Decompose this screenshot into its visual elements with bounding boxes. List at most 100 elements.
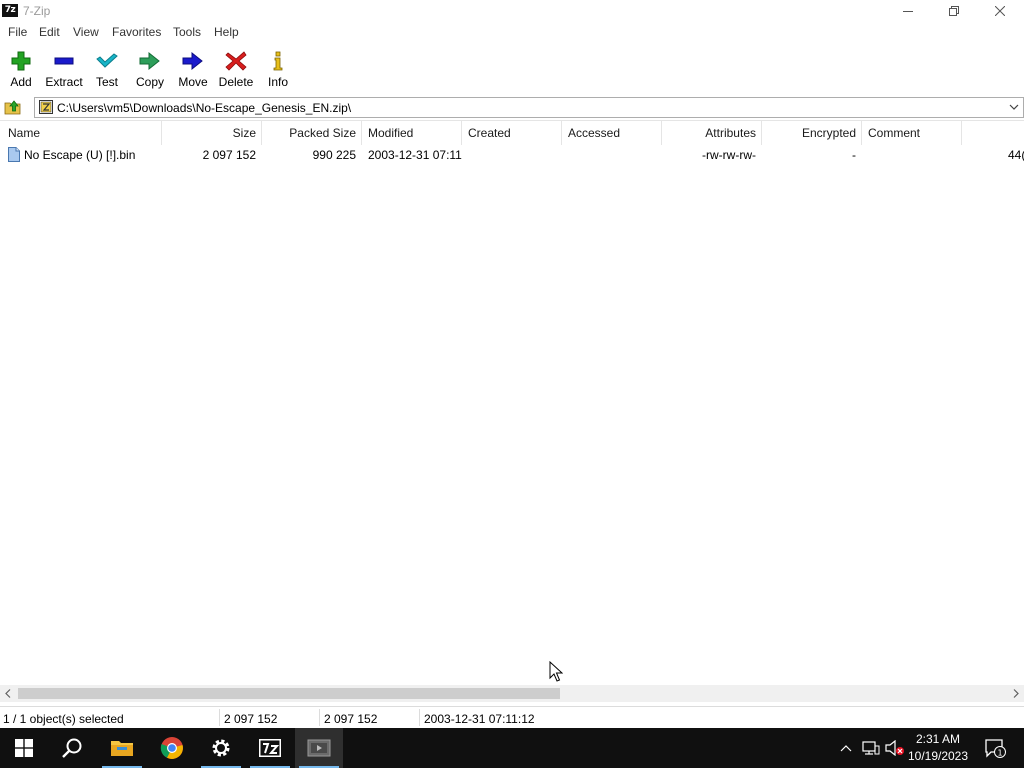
file-modified: 2003-12-31 07:11 xyxy=(368,148,462,162)
taskbar-settings[interactable] xyxy=(197,728,245,768)
column-accessed[interactable]: Accessed xyxy=(568,121,620,145)
info-label: Info xyxy=(267,75,288,89)
taskbar-file-explorer[interactable] xyxy=(98,728,146,768)
close-button[interactable] xyxy=(977,0,1023,22)
scroll-left-arrow-icon[interactable] xyxy=(4,689,12,698)
status-divider xyxy=(219,709,220,726)
copy-button[interactable]: Copy xyxy=(128,48,172,92)
minimize-button[interactable] xyxy=(885,0,931,22)
delete-button[interactable]: Delete xyxy=(214,48,258,92)
minus-icon xyxy=(54,57,74,65)
info-button[interactable]: Info xyxy=(256,48,300,92)
file-packed-size: 990 225 xyxy=(312,148,356,162)
archive-icon xyxy=(39,100,53,114)
file-list[interactable]: Name Size Packed Size Modified Created A… xyxy=(0,120,1024,704)
minimize-icon xyxy=(903,11,913,12)
chevron-up-icon xyxy=(840,745,852,752)
move-label: Move xyxy=(178,75,208,89)
menu-bar: File Edit View Favorites Tools Help xyxy=(0,22,1024,42)
clock-date: 10/19/2023 xyxy=(907,749,969,763)
add-label: Add xyxy=(10,75,32,89)
up-folder-button[interactable] xyxy=(4,98,22,116)
add-button[interactable]: Add xyxy=(0,48,43,92)
status-modified: 2003-12-31 07:11:12 xyxy=(424,712,535,726)
address-row: C:\Users\vm5\Downloads\No-Escape_Genesis… xyxy=(0,96,1024,118)
toolbar: Add Extract Test Copy Move Delete Info xyxy=(0,44,1024,92)
search-icon xyxy=(62,738,82,758)
chevron-down-icon[interactable] xyxy=(1007,100,1021,115)
column-divider[interactable] xyxy=(861,121,862,145)
settings-gear-icon xyxy=(212,739,230,757)
menu-edit[interactable]: Edit xyxy=(39,25,60,39)
action-center-button[interactable]: 1 xyxy=(980,728,1010,768)
delete-x-icon xyxy=(225,51,247,71)
window-title: 7-Zip xyxy=(23,4,51,18)
file-size: 2 097 152 xyxy=(202,148,256,162)
taskbar-chrome[interactable] xyxy=(148,728,196,768)
show-hidden-icons-button[interactable] xyxy=(836,728,856,768)
7zip-icon xyxy=(259,739,281,757)
extract-label: Extract xyxy=(45,75,83,89)
column-name[interactable]: Name xyxy=(8,121,40,145)
start-button[interactable] xyxy=(0,728,48,768)
volume-tray-button[interactable] xyxy=(884,728,906,768)
address-path: C:\Users\vm5\Downloads\No-Escape_Genesis… xyxy=(57,101,352,115)
file-name: No Escape (U) [!].bin xyxy=(24,148,136,162)
address-bar[interactable]: C:\Users\vm5\Downloads\No-Escape_Genesis… xyxy=(34,97,1024,118)
horizontal-scrollbar[interactable] xyxy=(0,685,1024,702)
status-packed-size: 2 097 152 xyxy=(324,712,378,726)
title-bar[interactable]: 7z 7-Zip xyxy=(0,0,1024,22)
column-size[interactable]: Size xyxy=(162,121,256,145)
taskbar-7zip[interactable] xyxy=(246,728,294,768)
search-button[interactable] xyxy=(48,728,96,768)
file-icon xyxy=(8,147,20,162)
volume-muted-icon xyxy=(885,740,904,756)
media-app-icon xyxy=(307,739,331,757)
taskbar-media-app[interactable] xyxy=(295,728,343,768)
column-divider[interactable] xyxy=(561,121,562,145)
windows-start-icon xyxy=(15,739,33,757)
menu-favorites[interactable]: Favorites xyxy=(112,25,161,39)
column-comment[interactable]: Comment xyxy=(868,121,920,145)
notification-icon: 1 xyxy=(985,739,1006,758)
file-explorer-icon xyxy=(111,741,133,756)
status-divider xyxy=(419,709,420,726)
table-row[interactable]: No Escape (U) [!].bin 2 097 152 990 225 … xyxy=(0,145,1024,165)
folder-up-icon xyxy=(4,100,21,115)
status-selection: 1 / 1 object(s) selected xyxy=(3,712,124,726)
column-divider[interactable] xyxy=(461,121,462,145)
status-divider xyxy=(319,709,320,726)
restore-icon xyxy=(949,6,959,16)
extract-button[interactable]: Extract xyxy=(42,48,86,92)
file-encrypted: - xyxy=(852,148,856,162)
menu-help[interactable]: Help xyxy=(214,25,239,39)
column-divider[interactable] xyxy=(361,121,362,145)
menu-tools[interactable]: Tools xyxy=(173,25,201,39)
move-button[interactable]: Move xyxy=(171,48,215,92)
status-bar: 1 / 1 object(s) selected 2 097 152 2 097… xyxy=(0,706,1024,728)
network-tray-button[interactable] xyxy=(859,728,883,768)
restore-button[interactable] xyxy=(931,0,977,22)
column-created[interactable]: Created xyxy=(468,121,511,145)
menu-view[interactable]: View xyxy=(73,25,99,39)
scroll-right-arrow-icon[interactable] xyxy=(1012,689,1020,698)
info-icon xyxy=(273,51,283,71)
checkmark-icon xyxy=(96,53,118,68)
close-icon xyxy=(995,6,1005,16)
taskbar: 2:31 AM 10/19/2023 1 xyxy=(0,728,1024,768)
delete-label: Delete xyxy=(218,75,254,89)
taskbar-clock[interactable]: 2:31 AM 10/19/2023 xyxy=(904,731,972,765)
menu-file[interactable]: File xyxy=(8,25,27,39)
column-divider[interactable] xyxy=(961,121,962,145)
file-attributes: -rw-rw-rw- xyxy=(702,148,756,162)
test-button[interactable]: Test xyxy=(85,48,129,92)
scrollbar-thumb[interactable] xyxy=(18,688,560,699)
file-overflow-value: 44( xyxy=(1008,148,1024,162)
column-encrypted[interactable]: Encrypted xyxy=(762,121,856,145)
column-modified[interactable]: Modified xyxy=(368,121,413,145)
test-label: Test xyxy=(95,75,118,89)
column-attributes[interactable]: Attributes xyxy=(662,121,756,145)
chrome-icon xyxy=(160,737,183,759)
copy-label: Copy xyxy=(135,75,164,89)
column-packed-size[interactable]: Packed Size xyxy=(262,121,356,145)
